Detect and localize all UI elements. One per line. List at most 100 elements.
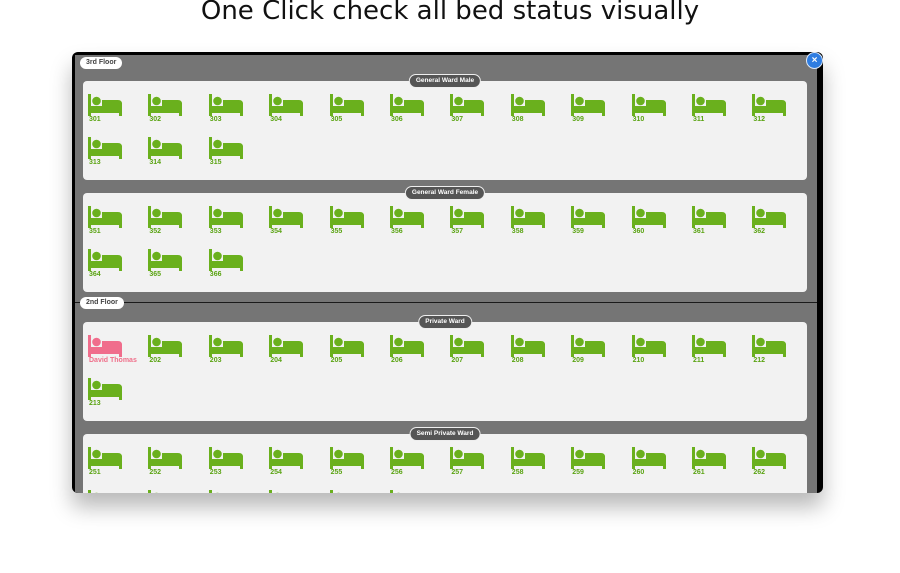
ward-panel: Private Ward David Thomas 202 203 204 205 206 2… (83, 315, 807, 421)
bed-available[interactable]: 301 (88, 94, 143, 128)
bed-available[interactable]: 353 (208, 206, 264, 240)
bed-icon (148, 447, 183, 469)
bed-label: 356 (391, 228, 403, 235)
bed-available[interactable]: 315 (208, 137, 264, 171)
bed-available[interactable]: 313 (88, 137, 143, 171)
bed-available[interactable]: 253 (208, 447, 264, 481)
bed-label: 308 (511, 116, 524, 123)
bed-available[interactable]: 260 (631, 447, 687, 481)
bed-icon (329, 335, 364, 357)
bed-available[interactable]: 365 (148, 249, 203, 283)
bed-label: 313 (89, 159, 101, 166)
bed-icon (390, 447, 424, 469)
bed-available[interactable]: 213 (88, 378, 143, 412)
bed-available[interactable]: 306 (390, 94, 445, 128)
bed-label: 257 (451, 469, 464, 476)
bed-available[interactable]: 202 (148, 335, 203, 369)
bed-available[interactable]: 262 (752, 447, 807, 481)
bed-available[interactable] (329, 490, 385, 493)
bed-available[interactable] (390, 490, 445, 493)
bed-available[interactable]: 261 (692, 447, 747, 481)
bed-label: 315 (209, 159, 222, 166)
bed-available[interactable]: 312 (752, 94, 807, 128)
bed-available[interactable]: 361 (692, 206, 747, 240)
floor-label: 3rd Floor (80, 57, 123, 69)
bed-available[interactable]: 366 (208, 249, 264, 283)
bed-label: 358 (511, 228, 524, 235)
bed-icon (752, 447, 787, 469)
bed-available[interactable]: 304 (269, 94, 324, 128)
bed-available[interactable]: 212 (752, 335, 807, 369)
bed-label: 357 (451, 228, 464, 235)
bed-available[interactable] (148, 490, 203, 493)
bed-available[interactable]: 352 (148, 206, 203, 240)
bed-label: 311 (693, 116, 705, 123)
bed-available[interactable]: 251 (88, 447, 143, 481)
bed-available[interactable] (88, 490, 143, 493)
bed-available[interactable]: 305 (329, 94, 385, 128)
bed-icon (571, 447, 606, 469)
bed-label: 362 (753, 228, 766, 235)
bed-available[interactable]: 358 (510, 206, 566, 240)
bed-label: David Thomas (89, 357, 137, 364)
bed-available[interactable]: 314 (148, 137, 203, 171)
bed-icon (208, 137, 243, 159)
bed-icon (571, 335, 606, 357)
bed-available[interactable]: 258 (510, 447, 566, 481)
bed-label: 306 (391, 116, 403, 123)
bed-label: 304 (270, 116, 282, 123)
bed-icon (88, 94, 122, 116)
bed-available[interactable]: 303 (208, 94, 264, 128)
bed-available[interactable]: 256 (390, 447, 445, 481)
bed-label: 255 (330, 469, 343, 476)
bed-available[interactable] (208, 490, 264, 493)
bed-available[interactable]: 210 (631, 335, 687, 369)
bed-icon (329, 206, 364, 228)
bed-available[interactable]: 206 (390, 335, 445, 369)
bed-label: 309 (572, 116, 584, 123)
bed-available[interactable]: 205 (329, 335, 385, 369)
bed-available[interactable]: 255 (329, 447, 385, 481)
bed-available[interactable]: 209 (571, 335, 626, 369)
close-icon: × (811, 55, 818, 66)
bed-available[interactable]: 208 (510, 335, 566, 369)
bed-available[interactable]: 308 (510, 94, 566, 128)
bed-available[interactable]: 362 (752, 206, 807, 240)
bed-available[interactable]: 360 (631, 206, 687, 240)
bed-available[interactable]: 257 (450, 447, 505, 481)
bed-available[interactable]: 356 (390, 206, 445, 240)
bed-available[interactable]: 357 (450, 206, 505, 240)
bed-label: 351 (89, 228, 101, 235)
bed-icon (390, 206, 424, 228)
bed-available[interactable]: 252 (148, 447, 203, 481)
bed-available[interactable] (269, 490, 324, 493)
bed-icon (148, 94, 183, 116)
bed-available[interactable]: 207 (450, 335, 505, 369)
bed-icon (752, 335, 787, 357)
bed-available[interactable]: 359 (571, 206, 626, 240)
bed-available[interactable]: 351 (88, 206, 143, 240)
bed-available[interactable]: 211 (692, 335, 747, 369)
bed-available[interactable]: 355 (329, 206, 385, 240)
bed-label: 355 (330, 228, 343, 235)
bed-icon (510, 335, 545, 357)
bed-available[interactable]: 254 (269, 447, 324, 481)
bed-available[interactable]: 354 (269, 206, 324, 240)
bed-available[interactable]: 203 (208, 335, 264, 369)
bed-available[interactable]: 259 (571, 447, 626, 481)
bed-icon (692, 206, 726, 228)
bed-icon (148, 206, 183, 228)
bed-available[interactable]: 309 (571, 94, 626, 128)
bed-icon (88, 249, 122, 271)
bed-available[interactable]: 307 (450, 94, 505, 128)
bed-label: 360 (632, 228, 645, 235)
bed-label: 259 (572, 469, 584, 476)
bed-available[interactable]: 204 (269, 335, 324, 369)
close-button[interactable]: × (806, 52, 823, 69)
bed-occupied[interactable]: David Thomas (88, 335, 143, 369)
bed-available[interactable]: 302 (148, 94, 203, 128)
bed-available[interactable]: 364 (88, 249, 143, 283)
bed-available[interactable]: 311 (692, 94, 747, 128)
bed-available[interactable]: 310 (631, 94, 687, 128)
bed-icon (390, 94, 424, 116)
